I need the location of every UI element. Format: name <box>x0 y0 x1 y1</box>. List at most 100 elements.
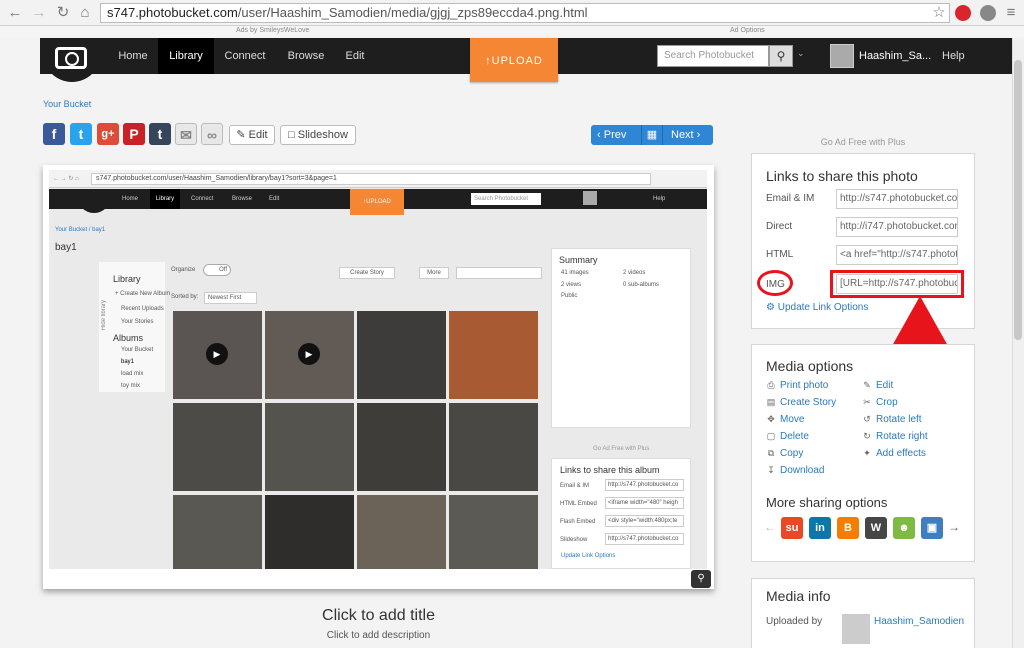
inner-thumb <box>357 403 446 491</box>
media-options-title: Media options <box>766 358 854 374</box>
ad-free-link[interactable]: Go Ad Free with Plus <box>751 137 975 147</box>
grid-icon[interactable]: ▦ <box>641 125 663 145</box>
inner-album-title: bay1 <box>55 242 77 253</box>
inner-summary-public: Public <box>561 293 578 299</box>
inner-album-3: toy mix <box>121 383 141 389</box>
html-code-field[interactable]: <a href="http://s747.photot <box>836 245 958 265</box>
edit-link-label: Edit <box>876 380 894 391</box>
edit-label: Edit <box>248 129 268 141</box>
slideshow-button[interactable]: □ Slideshow <box>280 125 356 145</box>
tumblr-icon[interactable]: t <box>149 123 171 145</box>
twitter-icon[interactable]: t <box>70 123 92 145</box>
edit-button[interactable]: ✎ Edit <box>229 125 275 145</box>
google-plus-icon[interactable]: g+ <box>97 123 119 145</box>
inner-toggle: Off <box>203 264 231 276</box>
home-icon[interactable]: ⌂ <box>76 4 94 22</box>
rotate-left-link[interactable]: ↺ Rotate left <box>862 414 921 425</box>
inner-thumb <box>265 403 354 491</box>
linkedin-icon[interactable]: in <box>809 517 831 539</box>
search-input[interactable]: Search Photobucket <box>657 45 769 67</box>
inner-summary-videos: 2 videos <box>623 270 646 276</box>
search-icon[interactable]: ⚲ <box>769 45 793 67</box>
inner-share-value: http://s747.photobucket.co <box>605 533 684 545</box>
forward-icon[interactable]: → <box>30 4 48 22</box>
inner-share-label: Email & IM <box>560 483 590 489</box>
create-story-label: Create Story <box>780 397 837 408</box>
slideshow-icon: □ <box>288 129 298 141</box>
facebook-icon[interactable]: f <box>43 123 65 145</box>
extension-gear-icon[interactable] <box>980 5 996 21</box>
inner-thumb: ▶ <box>265 311 354 399</box>
photo-description[interactable]: Click to add description <box>43 630 714 641</box>
zoom-icon[interactable]: ⚲ <box>691 570 711 588</box>
photo-image[interactable]: ← → ↻ ⌂ s747.photobucket.com/user/Haashi… <box>49 170 707 569</box>
url-domain: s747.photobucket.com <box>107 5 238 20</box>
blogger-icon[interactable]: B <box>837 517 859 539</box>
chevron-down-icon[interactable]: ⌄ <box>797 48 805 59</box>
inner-album-1: bay1 <box>121 359 135 365</box>
photobucket-logo[interactable] <box>43 38 101 82</box>
wordpress-icon[interactable]: W <box>865 517 887 539</box>
add-effects-link[interactable]: ✦ Add effects <box>862 448 926 459</box>
help-link[interactable]: Help <box>942 38 965 74</box>
link-icon[interactable]: ∞ <box>201 123 223 145</box>
pinterest-icon[interactable]: P <box>123 123 145 145</box>
extension-icon[interactable] <box>955 5 971 21</box>
url-path: /user/Haashim_Samodien/media/gjgj_zps89e… <box>237 5 588 20</box>
stumbleupon-icon[interactable]: su <box>781 517 803 539</box>
inner-share-value: <div style="width:480px;te <box>605 515 684 527</box>
inner-summary-images: 41 images <box>561 270 589 276</box>
live-icon[interactable]: ▣ <box>921 517 943 539</box>
upload-button[interactable]: ↑UPLOAD <box>470 38 558 82</box>
rotate-right-link[interactable]: ↻ Rotate right <box>862 431 927 442</box>
inner-summary-subalbums: 0 sub-albums <box>623 282 660 288</box>
nav-library[interactable]: Library <box>158 38 214 74</box>
photo-title[interactable]: Click to add title <box>43 607 714 625</box>
nav-browse[interactable]: Browse <box>278 38 334 74</box>
inner-sort-select: Newest First <box>204 292 257 304</box>
prev-button[interactable]: ‹ Prev <box>597 125 626 145</box>
download-link[interactable]: ↧ Download <box>766 465 824 476</box>
next-button[interactable]: Next › <box>671 125 700 145</box>
inner-logo <box>77 189 111 213</box>
inner-create-album: + Create New Album <box>115 291 171 297</box>
create-story-link[interactable]: ▤ Create Story <box>766 397 836 408</box>
ad-options-link[interactable]: Ad Options <box>730 27 765 34</box>
inner-summary-views: 2 views <box>561 282 582 288</box>
reload-icon[interactable]: ↻ <box>54 4 72 22</box>
play-icon: ▶ <box>298 343 320 365</box>
breadcrumb[interactable]: Your Bucket <box>43 99 91 109</box>
share-next-arrow-icon[interactable]: → <box>948 520 960 534</box>
nav-edit[interactable]: Edit <box>336 38 374 74</box>
edit-link[interactable]: ✎ Edit <box>862 380 893 391</box>
move-link[interactable]: ✥ Move <box>766 414 804 425</box>
direct-link-field[interactable]: http://i747.photobucket.cor <box>836 217 958 237</box>
nav-connect[interactable]: Connect <box>216 38 274 74</box>
username-link[interactable]: Haashim_Sa... <box>859 38 931 74</box>
bookmark-star-icon[interactable]: ☆ <box>930 4 948 22</box>
email-im-field[interactable]: http://s747.photobucket.co <box>836 189 958 209</box>
inner-library: Library <box>113 274 141 284</box>
myspace-icon[interactable]: ☻ <box>893 517 915 539</box>
address-bar[interactable]: s747.photobucket.com/user/Haashim_Samodi… <box>100 3 950 23</box>
print-photo-link[interactable]: ⎙ Print photo <box>766 380 828 391</box>
nav-home[interactable]: Home <box>108 38 158 74</box>
avatar[interactable] <box>830 44 854 68</box>
share-prev-arrow-icon[interactable]: ← <box>764 520 776 534</box>
rotate-right-icon: ↻ <box>863 431 871 441</box>
media-info-title: Media info <box>766 588 831 604</box>
email-icon[interactable]: ✉ <box>175 123 197 145</box>
back-icon[interactable]: ← <box>6 4 24 22</box>
uploader-avatar[interactable] <box>842 614 870 644</box>
uploader-link[interactable]: Haashim_Samodien <box>874 616 964 627</box>
scrollbar-thumb[interactable] <box>1014 60 1022 340</box>
inner-sorted: Sorted by: <box>171 294 199 300</box>
img-code-field[interactable]: [URL=http://s747.photobuc <box>836 274 958 294</box>
delete-link[interactable]: ▢ Delete <box>766 431 809 442</box>
crop-link[interactable]: ✂ Crop <box>862 397 897 408</box>
menu-icon[interactable]: ≡ <box>1002 4 1020 22</box>
more-sharing-title: More sharing options <box>766 495 888 510</box>
copy-link[interactable]: ⧉ Copy <box>766 448 804 459</box>
update-link-options[interactable]: ⚙ Update Link Options <box>766 302 868 313</box>
inner-album-0: Your Bucket <box>121 347 154 353</box>
